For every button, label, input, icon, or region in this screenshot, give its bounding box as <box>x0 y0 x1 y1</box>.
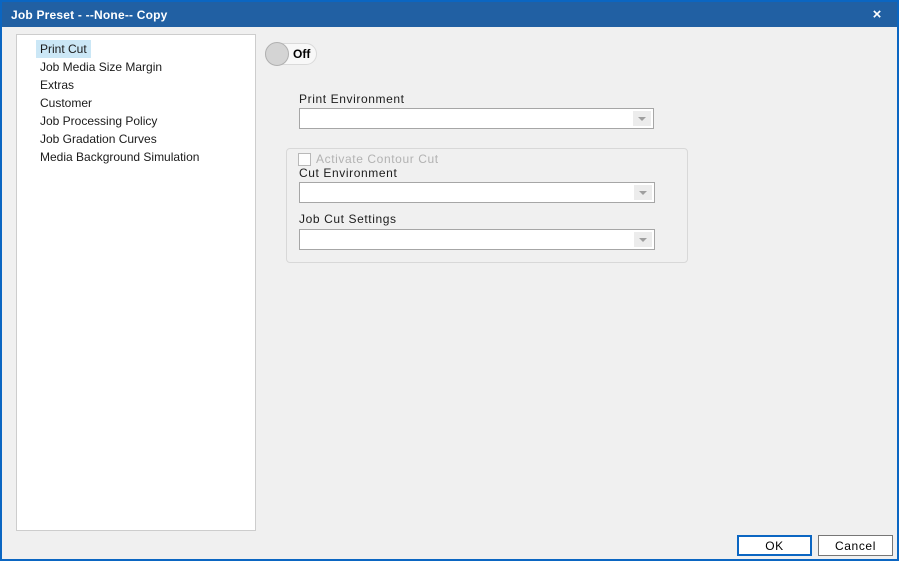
activate-contour-cut-checkbox[interactable] <box>298 153 311 166</box>
sidebar-item-media-background-simulation[interactable]: Media Background Simulation <box>17 148 255 166</box>
dialog-title: Job Preset - --None-- Copy <box>2 8 168 22</box>
print-environment-select[interactable] <box>299 108 654 129</box>
sidebar-item-label: Job Gradation Curves <box>36 130 161 148</box>
contour-cut-group: Activate Contour Cut Cut Environment Job… <box>286 148 688 263</box>
toggle-knob-icon <box>265 42 289 66</box>
sidebar-item-job-gradation-curves[interactable]: Job Gradation Curves <box>17 130 255 148</box>
job-cut-settings-label: Job Cut Settings <box>299 212 397 226</box>
sidebar-item-label: Job Media Size Margin <box>36 58 166 76</box>
sidebar-item-label: Media Background Simulation <box>36 148 203 166</box>
ok-button[interactable]: OK <box>737 535 812 556</box>
sidebar-item-job-processing-policy[interactable]: Job Processing Policy <box>17 112 255 130</box>
chevron-down-icon[interactable] <box>633 111 651 126</box>
print-cut-toggle[interactable]: Off <box>265 43 317 65</box>
sidebar-item-label: Extras <box>36 76 78 94</box>
chevron-down-icon[interactable] <box>634 232 652 247</box>
close-icon[interactable]: × <box>863 2 891 27</box>
sidebar-item-label: Job Processing Policy <box>36 112 161 130</box>
cut-environment-label: Cut Environment <box>299 166 397 180</box>
activate-contour-cut-row[interactable]: Activate Contour Cut <box>298 152 439 166</box>
activate-contour-cut-label: Activate Contour Cut <box>316 152 439 166</box>
sidebar-item-label: Print Cut <box>36 40 91 58</box>
cancel-button[interactable]: Cancel <box>818 535 893 556</box>
job-preset-dialog: Job Preset - --None-- Copy × Print Cut J… <box>0 0 899 561</box>
sidebar-item-customer[interactable]: Customer <box>17 94 255 112</box>
titlebar: Job Preset - --None-- Copy × <box>2 2 897 27</box>
cut-environment-select[interactable] <box>299 182 655 203</box>
category-list: Print Cut Job Media Size Margin Extras C… <box>16 34 256 531</box>
sidebar-item-print-cut[interactable]: Print Cut <box>17 40 255 58</box>
chevron-down-icon[interactable] <box>634 185 652 200</box>
sidebar-item-label: Customer <box>36 94 96 112</box>
job-cut-settings-select[interactable] <box>299 229 655 250</box>
print-environment-label: Print Environment <box>299 92 405 106</box>
sidebar-item-job-media-size-margin[interactable]: Job Media Size Margin <box>17 58 255 76</box>
toggle-state-label: Off <box>293 44 310 64</box>
sidebar-item-extras[interactable]: Extras <box>17 76 255 94</box>
